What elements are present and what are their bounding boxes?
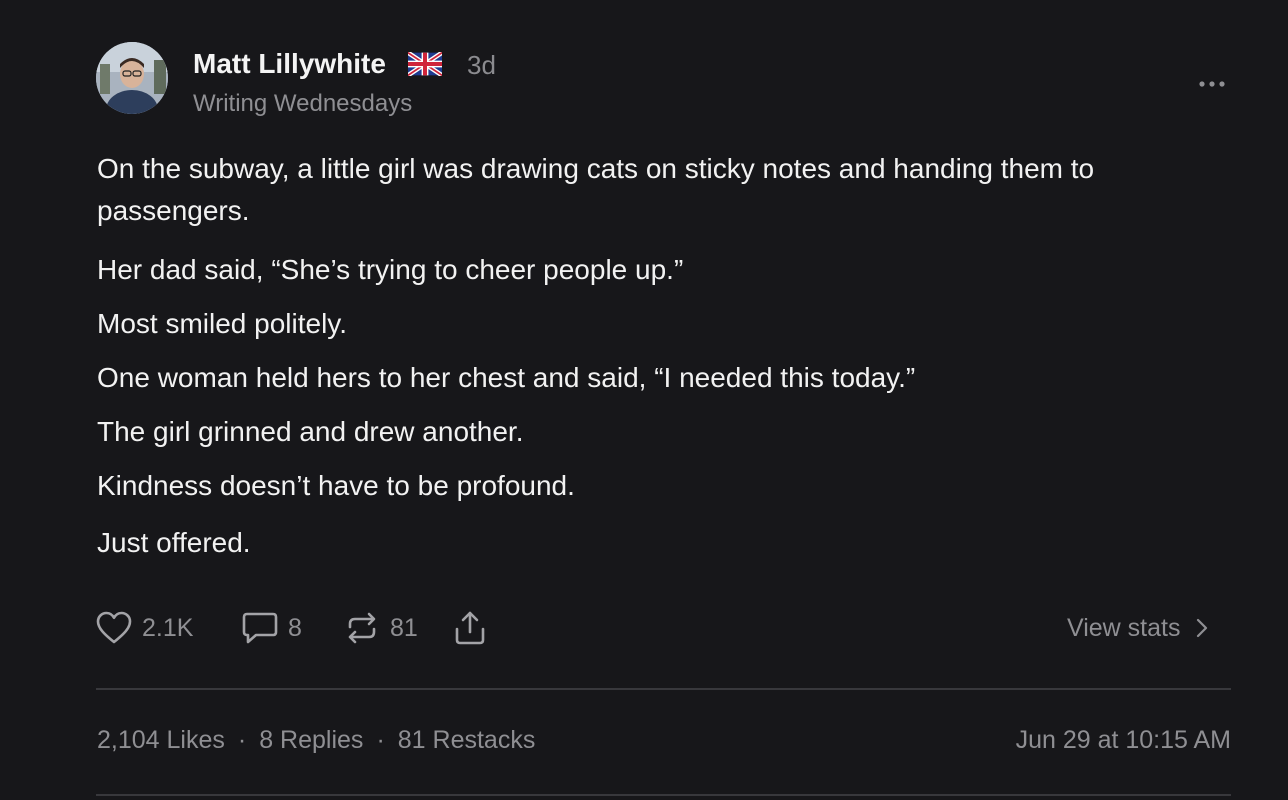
like-count: 2.1K (142, 613, 194, 642)
divider (96, 688, 1231, 690)
post-paragraph: The girl grinned and drew another. (97, 416, 524, 447)
post-paragraph: Just offered. (97, 527, 251, 558)
author-avatar[interactable] (96, 42, 168, 114)
restack-button[interactable]: 81 (344, 608, 418, 648)
post-paragraph: One woman held hers to her chest and sai… (97, 362, 916, 393)
restack-count: 81 (390, 613, 418, 642)
view-stats-button[interactable]: View stats (1067, 608, 1208, 648)
comment-count: 8 (288, 613, 302, 642)
author-name[interactable]: Matt Lillywhite (193, 48, 386, 80)
separator-dot: · (237, 726, 247, 754)
restack-icon (348, 612, 376, 644)
likes-summary[interactable]: 2,104 Likes (97, 726, 225, 755)
like-button[interactable]: 2.1K (96, 608, 193, 648)
more-horizontal-icon (1199, 81, 1225, 87)
more-options-button[interactable] (1196, 72, 1228, 96)
engagement-summary: 2,104 Likes · 8 Replies · 81 Restacks (97, 726, 535, 755)
comment-button[interactable]: 8 (242, 608, 302, 648)
share-icon (455, 611, 485, 645)
uk-flag-icon (408, 52, 442, 76)
chevron-right-icon (1197, 618, 1208, 638)
post-paragraph: On the subway, a little girl was drawing… (97, 153, 1095, 226)
post-paragraph: Most smiled politely. (97, 308, 348, 339)
publication-name[interactable]: Writing Wednesdays (193, 90, 412, 118)
restacks-summary[interactable]: 81 Restacks (398, 726, 536, 755)
post-paragraph: Kindness doesn’t have to be profound. (97, 470, 575, 501)
divider (96, 794, 1231, 796)
post-timestamp: Jun 29 at 10:15 AM (1015, 726, 1231, 754)
comment-icon (242, 612, 278, 644)
avatar-photo-icon (96, 42, 168, 114)
post-card: Matt Lillywhite 3d Writing Wednesdays On… (0, 0, 1288, 800)
post-time-ago: 3d (467, 50, 496, 80)
share-button[interactable] (452, 608, 488, 648)
separator-dot: · (376, 726, 385, 754)
view-stats-label: View stats (1067, 613, 1181, 642)
replies-summary[interactable]: 8 Replies (259, 726, 363, 755)
heart-icon (96, 611, 132, 644)
post-paragraph: Her dad said, “She’s trying to cheer peo… (97, 254, 684, 285)
